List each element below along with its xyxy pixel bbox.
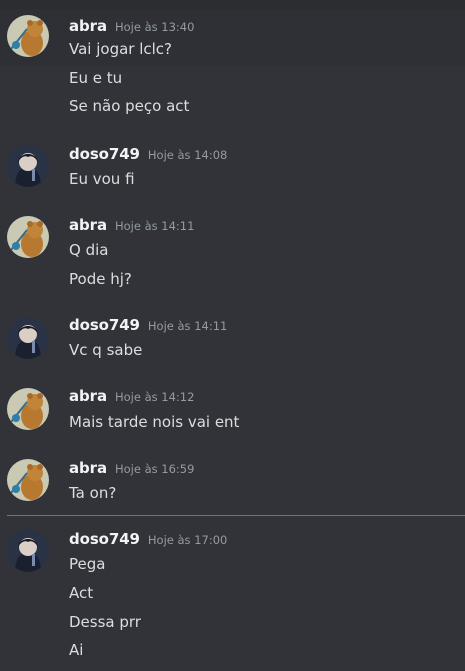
channel-top-edge [0,0,465,10]
message-text: Act [69,584,94,602]
message-author[interactable]: abra [69,216,107,234]
message-timestamp: Hoje às 17:00 [147,533,228,547]
message-timestamp: Hoje às 14:08 [147,148,228,162]
message-timestamp: Hoje às 16:59 [114,462,195,476]
message-timestamp: Hoje às 14:11 [114,219,195,233]
message-text: Eu vou fi [69,170,135,188]
message-text: Dessa prr [69,613,141,631]
abra-avatar-icon[interactable] [7,459,49,501]
message-timestamp: Hoje às 14:11 [147,319,228,333]
message-text: Ai [69,641,84,659]
message-author[interactable]: abra [69,387,107,405]
doso-avatar-icon[interactable] [7,530,49,572]
message-author[interactable]: abra [69,17,107,35]
doso-avatar-icon[interactable] [7,145,49,187]
new-messages-divider [7,515,465,516]
abra-avatar-icon[interactable] [7,15,49,57]
abra-avatar-icon[interactable] [7,216,49,258]
message-author[interactable]: doso749 [69,316,140,334]
doso-avatar-icon[interactable] [7,317,49,359]
message-text: Ta on? [69,484,117,502]
message-text: Vc q sabe [69,341,143,359]
message-author[interactable]: doso749 [69,530,140,548]
message-text: Eu e tu [69,69,123,87]
message-text: Pega [69,555,106,573]
message-text: Vai jogar lclc? [69,40,173,58]
message-author[interactable]: abra [69,459,107,477]
message-text: Mais tarde nois vai ent [69,413,240,431]
chat-message-list[interactable]: abra Hoje às 13:40 Vai jogar lclc? Eu e … [0,0,465,671]
message-author[interactable]: doso749 [69,145,140,163]
abra-avatar-icon[interactable] [7,388,49,430]
message-text: Se não peço act [69,97,190,115]
message-timestamp: Hoje às 14:12 [114,390,195,404]
message-timestamp: Hoje às 13:40 [114,20,195,34]
message-text: Q dia [69,241,109,259]
message-text: Pode hj? [69,270,132,288]
